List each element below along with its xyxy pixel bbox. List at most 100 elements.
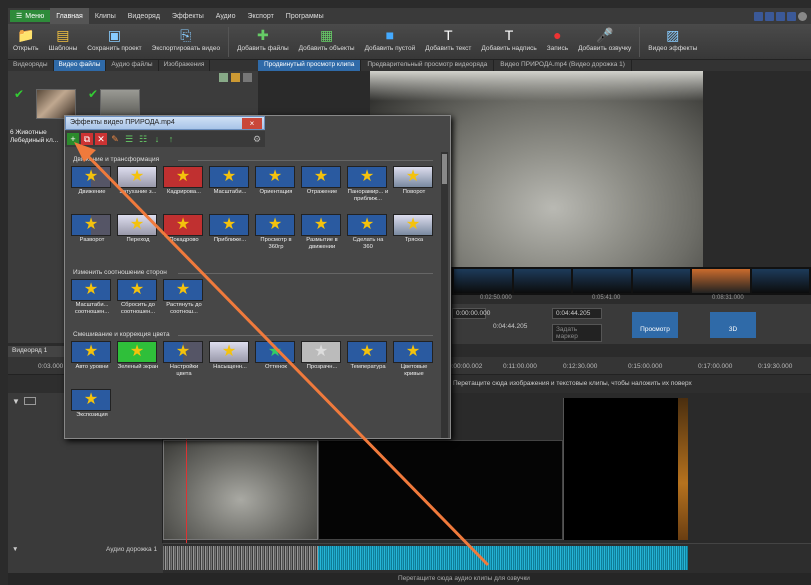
move-down-icon[interactable]: ↓ <box>151 133 163 145</box>
tab-sequences[interactable]: Видеоряды <box>8 60 54 71</box>
effect-item[interactable]: ★ Цветовые кривые <box>393 341 435 378</box>
effect-item[interactable]: ★ Панорамир... и приближ... <box>347 166 389 203</box>
star-icon: ★ <box>209 166 249 188</box>
video-clip[interactable] <box>318 440 563 540</box>
effect-item[interactable]: ★ Тряска <box>393 214 435 244</box>
effect-item[interactable]: ★ Масштаби... соотношен... <box>71 279 113 316</box>
effect-item[interactable]: ★ Прозрачн... <box>301 341 343 371</box>
list-view-icon[interactable] <box>243 73 252 82</box>
effect-item[interactable]: ★ Авто уровни <box>71 341 113 371</box>
effect-item[interactable]: ★ Зеленый экран <box>117 341 159 371</box>
tab-effects[interactable]: Эффекты <box>166 8 210 24</box>
effect-label: Прозрачн... <box>306 364 338 370</box>
facebook-icon[interactable] <box>765 11 774 21</box>
timecode-current: 0:04:44.205 <box>493 323 528 330</box>
track-settings-icon[interactable] <box>24 397 36 405</box>
effect-item[interactable]: ★ Переход <box>117 214 159 244</box>
effect-item[interactable]: ★ Движение <box>71 166 113 196</box>
tab-video-files[interactable]: Видео файлы <box>53 60 107 71</box>
add-effect-icon[interactable]: + <box>67 133 79 145</box>
main-menu-button[interactable]: ☰ Меню <box>10 10 51 22</box>
save-project-button[interactable]: ▣ Сохранить проект <box>82 27 146 52</box>
ribbon-divider <box>639 27 641 57</box>
tab-export[interactable]: Экспорт <box>241 8 279 24</box>
effect-item[interactable]: ★ Затухание з... <box>117 166 159 196</box>
grid-view-icon[interactable] <box>219 73 228 82</box>
tab-clips[interactable]: Клипы <box>89 8 122 24</box>
close-button[interactable]: × <box>242 118 262 129</box>
tab-sequence-preview[interactable]: Предварительный просмотр видеоряда <box>361 60 495 71</box>
effect-item[interactable]: ★ Насыщенн... <box>209 341 251 371</box>
effect-item[interactable]: ★ Сбросить до соотношен... <box>117 279 159 316</box>
effect-item[interactable]: ★ Ориентация <box>255 166 297 196</box>
effect-item[interactable]: ★ Экспозиция <box>71 389 113 419</box>
effect-item[interactable]: ★ Оттенок <box>255 341 297 371</box>
open-button[interactable]: 📁 Открыть <box>8 27 44 52</box>
effect-item[interactable]: ★ Температура <box>347 341 389 371</box>
tab-home[interactable]: Главная <box>50 8 89 24</box>
set-marker-button[interactable]: Задать маркер <box>552 324 602 342</box>
settings-icon[interactable]: ⚙ <box>251 133 263 145</box>
filmstrip-time: 0:05:41.00 <box>592 295 621 301</box>
preview-button[interactable]: Просмотр <box>632 312 678 338</box>
templates-button[interactable]: ▤ Шаблоны <box>44 27 83 52</box>
scrollbar-thumb[interactable] <box>442 154 447 184</box>
folder-icon[interactable] <box>231 73 240 82</box>
move-up-icon[interactable]: ↑ <box>165 133 177 145</box>
3d-mode-button[interactable]: 3D <box>710 312 756 338</box>
delete-effect-icon[interactable]: ✕ <box>95 133 107 145</box>
add-caption-button[interactable]: T Добавить надпись <box>476 27 541 52</box>
effect-item[interactable]: ★ Отражение <box>301 166 343 196</box>
effect-item[interactable]: ★ Приближе... <box>209 214 251 244</box>
add-files-button[interactable]: ✚ Добавить файлы <box>232 27 294 52</box>
effect-item[interactable]: ★ Масштаби... <box>209 166 251 196</box>
audio-waveform[interactable] <box>318 546 688 570</box>
add-objects-button[interactable]: ▦ Добавить объекты <box>294 27 360 52</box>
video-clip[interactable] <box>563 398 683 540</box>
effect-item[interactable]: ★ Поворот <box>393 166 435 196</box>
effect-item[interactable]: ★ Размытие в движении <box>301 214 343 251</box>
star-icon: ★ <box>163 166 203 188</box>
timecode-end[interactable]: 0:04:44.205 <box>552 308 602 319</box>
effect-item[interactable]: ★ Настройки цвета <box>163 341 205 378</box>
vk-icon[interactable] <box>787 11 796 21</box>
tab-audio[interactable]: Аудио <box>210 8 242 24</box>
video-clip[interactable] <box>678 398 688 540</box>
record-button[interactable]: ● Запись <box>542 27 573 52</box>
audio-waveform[interactable] <box>163 546 318 570</box>
collapse-icon[interactable]: ▼ <box>12 397 20 406</box>
list-alt-icon[interactable]: ☷ <box>137 133 149 145</box>
ribbon-divider <box>228 27 230 57</box>
dialog-scrollbar[interactable] <box>441 152 448 438</box>
like-icon[interactable] <box>754 11 763 21</box>
copy-effect-icon[interactable]: ⧉ <box>81 133 93 145</box>
tab-images[interactable]: Изображения <box>159 60 211 71</box>
add-text-button[interactable]: T Добавить текст <box>420 27 476 52</box>
tab-programs[interactable]: Программы <box>280 8 330 24</box>
collapse-icon[interactable]: ▼ <box>12 546 18 553</box>
preview-tabs: Продвинутый просмотр клипа Предварительн… <box>258 60 811 71</box>
tab-sequence[interactable]: Видеоряд <box>122 8 166 24</box>
tab-clip-preview[interactable]: Продвинутый просмотр клипа <box>258 60 362 71</box>
add-voiceover-button[interactable]: 🎤 Добавить озвучку <box>573 27 636 52</box>
tab-audio-files[interactable]: Аудио файлы <box>106 60 159 71</box>
dialog-title-bar[interactable]: Эффекты видео ПРИРОДА.mp4 × <box>65 116 265 130</box>
add-blank-button[interactable]: ■ Добавить пустой <box>360 27 421 52</box>
twitter-icon[interactable] <box>776 11 785 21</box>
effect-item[interactable]: ★ Растянуть до соотнош... <box>163 279 205 316</box>
effect-item[interactable]: ★ Просмотр в 360гр <box>255 214 297 251</box>
edit-effect-icon[interactable]: ✎ <box>109 133 121 145</box>
filmstrip[interactable] <box>452 267 811 295</box>
export-video-button[interactable]: ⎘ Экспортировать видео <box>147 27 225 52</box>
help-icon[interactable] <box>798 11 807 21</box>
effect-item[interactable]: ★ Сделать на 360 <box>347 214 389 251</box>
effect-item[interactable]: ★ Кадрирова... <box>163 166 205 196</box>
timecode-start[interactable]: 0:00:00.000 <box>452 308 490 319</box>
tab-sequence-1[interactable]: Видеоряд 1 <box>8 346 68 357</box>
audio-drop-zone[interactable]: Перетащите сюда аудио клипы для озвучки <box>8 573 811 585</box>
video-effects-button[interactable]: ▨ Видео эффекты <box>643 27 702 52</box>
effect-item[interactable]: ★ Покадрово <box>163 214 205 244</box>
list-icon[interactable]: ☰ <box>123 133 135 145</box>
preview-button-label: Просмотр <box>640 326 670 333</box>
effect-item[interactable]: ★ Разворот <box>71 214 113 244</box>
